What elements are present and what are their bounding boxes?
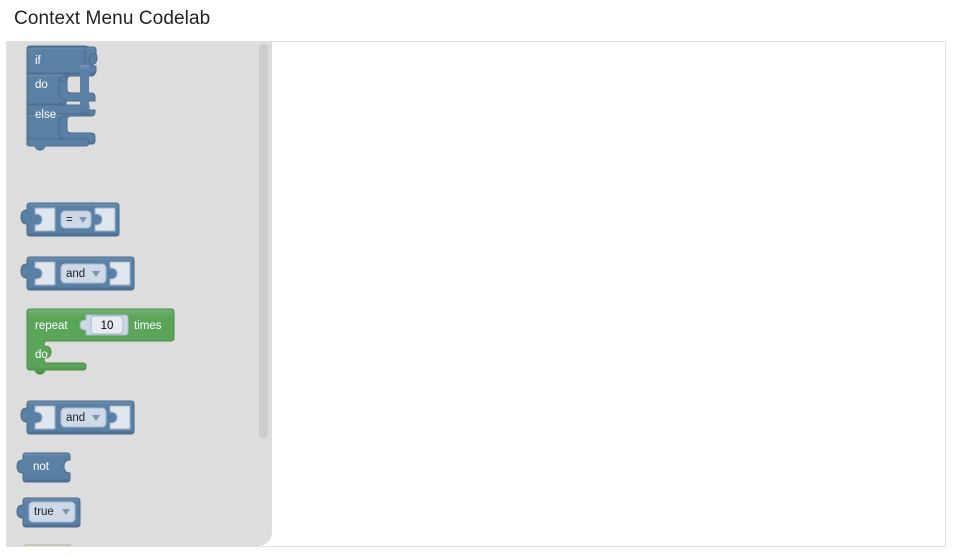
and-operator-value-2: and [66, 412, 85, 424]
block-logic-boolean[interactable]: true [16, 496, 94, 532]
if-right-column [80, 65, 89, 115]
block-logic-operation-1[interactable]: and [20, 255, 148, 295]
block-logic-null[interactable]: null [19, 543, 89, 546]
block-logic-compare[interactable]: = [20, 201, 133, 241]
repeat-times-label: times [134, 320, 162, 332]
block-controls-if-shape[interactable]: if do else [23, 45, 121, 151]
block-logic-negate[interactable]: not [16, 451, 89, 487]
flyout-scrollbar-thumb[interactable] [259, 44, 268, 438]
blockly-toolbox-flyout[interactable]: if do else = and 10 repeat times do and … [7, 42, 272, 546]
repeat-number-value: 10 [101, 320, 114, 332]
compare-operator-value: = [66, 214, 73, 226]
and-operator-value-1: and [66, 268, 85, 280]
block-controls-repeat[interactable]: 10 repeat times do [23, 307, 183, 377]
page-title: Context Menu Codelab [14, 8, 211, 29]
block-logic-operation-2[interactable]: and [20, 399, 148, 439]
boolean-value: true [34, 506, 54, 518]
repeat-label: repeat [35, 320, 68, 332]
null-block-path[interactable] [18, 544, 72, 546]
blockly-injection-div[interactable]: if do else = and 10 repeat times do and … [6, 41, 946, 547]
if-body-bottom[interactable] [26, 138, 90, 151]
do-label-text: do [35, 79, 48, 91]
if-label-text: if [35, 55, 42, 67]
not-label: not [33, 461, 50, 473]
else-label-text: else [35, 109, 56, 121]
repeat-do-label: do [35, 349, 48, 361]
app-root: Context Menu Codelab if do else = and 10… [0, 0, 953, 557]
